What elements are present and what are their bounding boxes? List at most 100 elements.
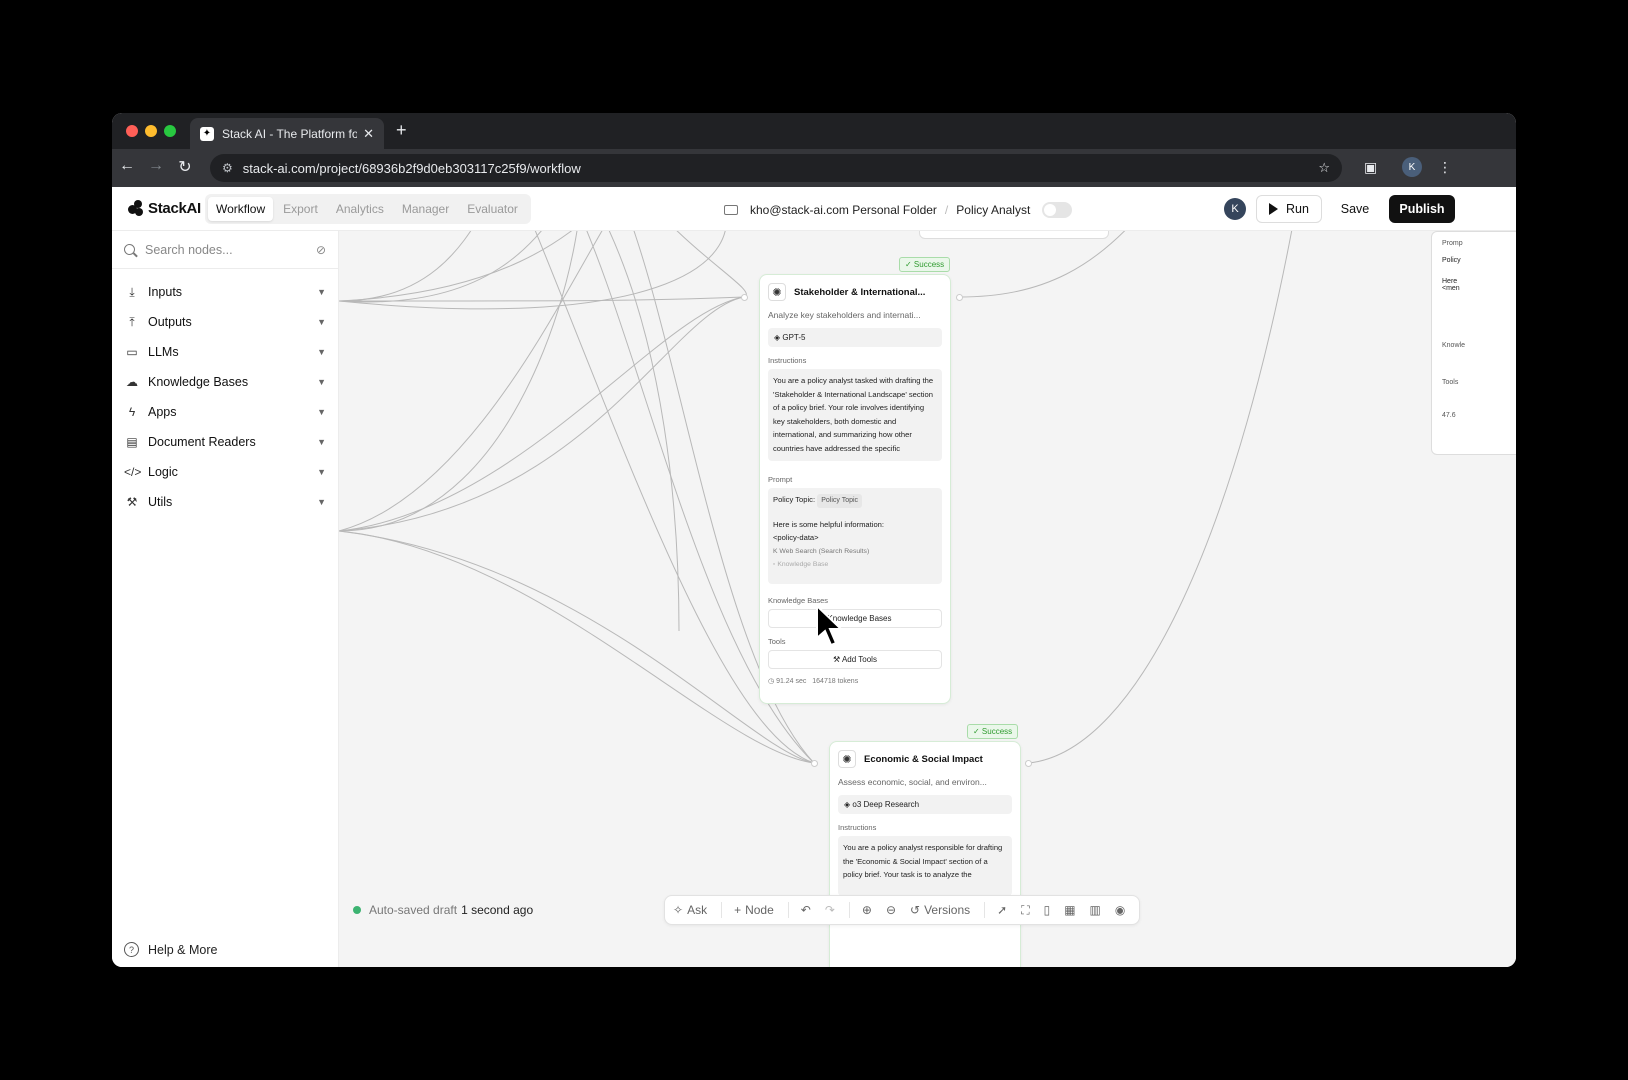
llm-node-economic[interactable]: ✺ Economic & Social Impact Assess econom… (829, 741, 1021, 967)
autosave-status: Auto-saved draft 1 second ago (353, 903, 533, 917)
prompt-label: Prompt (768, 475, 793, 484)
instructions-label: Instructions (768, 356, 807, 365)
zoom-in-icon[interactable]: ⊕ (862, 903, 872, 917)
ask-button[interactable]: ✧ Ask (673, 903, 707, 917)
model-selector[interactable]: ◈ GPT-5 (768, 328, 942, 347)
new-tab-button[interactable]: + (396, 120, 407, 141)
publish-button[interactable]: Publish (1389, 195, 1455, 223)
sidebar-item-document-readers[interactable]: ▤ Document Readers ▼ (112, 427, 338, 457)
folder-icon (724, 205, 738, 215)
node-input-handle[interactable] (811, 760, 818, 767)
tools-label: Tools (1442, 379, 1459, 386)
plus-icon: + (734, 903, 742, 917)
maximize-window-button[interactable] (164, 125, 176, 137)
stackai-logo-icon (126, 199, 144, 217)
model-selector[interactable]: ◈ o3 Deep Research (838, 795, 1012, 814)
status-badge: ✓ Success (899, 257, 951, 272)
node-title: Stakeholder & International... (794, 286, 926, 298)
search-input[interactable]: Search nodes... (145, 243, 316, 257)
breadcrumb: kho@stack-ai.com Personal Folder / Polic… (724, 202, 1073, 218)
minimize-window-button[interactable] (145, 125, 157, 137)
llm-node-stakeholder[interactable]: ✺ Stakeholder & International... Analyze… (759, 274, 951, 704)
zoom-out-icon[interactable]: ⊖ (886, 903, 896, 917)
prompt-text[interactable]: Policy Topic: Policy Topic Here is some … (768, 488, 942, 584)
sidebar-item-utils[interactable]: ⚒ Utils ▼ (112, 487, 338, 517)
breadcrumb-project[interactable]: Policy Analyst (956, 203, 1030, 217)
node-output-handle[interactable] (956, 294, 963, 301)
versions-button[interactable]: ↺ Versions (910, 903, 970, 917)
instructions-text[interactable]: You are a policy analyst tasked with dra… (768, 369, 942, 461)
sidebar-item-apps[interactable]: ϟ Apps ▼ (112, 397, 338, 427)
document-icon: ▤ (126, 435, 138, 449)
stackai-favicon-icon: ✦ (200, 126, 214, 141)
pointer-icon[interactable]: ➚ (997, 903, 1007, 917)
camera-icon[interactable]: ◉ (1115, 903, 1125, 917)
help-and-more[interactable]: ? Help & More (124, 942, 217, 957)
node-stats: ◷ 91.24 sec 164718 tokens (768, 677, 942, 685)
workflow-canvas[interactable]: ✓ Success ✺ Stakeholder & International.… (339, 231, 1516, 967)
help-icon: ? (124, 942, 139, 957)
sidebar-item-label: Inputs (148, 285, 183, 299)
sidebar-item-llms[interactable]: ▭ LLMs ▼ (112, 337, 338, 367)
tab-manager[interactable]: Manager (394, 197, 457, 221)
tab-evaluator[interactable]: Evaluator (459, 197, 526, 221)
node-output-handle[interactable] (1025, 760, 1032, 767)
note-icon[interactable]: ▯ (1044, 903, 1051, 917)
model-name: GPT-5 (782, 333, 806, 342)
browser-menu-icon[interactable]: ⋮ (1438, 159, 1452, 176)
sidebar-item-inputs[interactable]: ⤓ Inputs ▼ (112, 277, 338, 307)
upstream-node-partial[interactable] (919, 231, 1109, 239)
user-avatar[interactable]: K (1224, 198, 1246, 220)
reading-mode-icon[interactable]: ▣ (1364, 159, 1377, 176)
sidebar-item-outputs[interactable]: ⤒ Outputs ▼ (112, 307, 338, 337)
sidebar-item-knowledge-bases[interactable]: ☁ Knowledge Bases ▼ (112, 367, 338, 397)
breadcrumb-folder[interactable]: kho@stack-ai.com Personal Folder (750, 203, 937, 217)
wrench-icon: ⚒ (126, 495, 138, 509)
llm-node-partial[interactable]: Promp Policy Here <men Knowle Tools 47.6 (1431, 231, 1516, 455)
search-nodes[interactable]: Search nodes... ⊘ (112, 231, 338, 269)
logo-text: StackAI (148, 199, 201, 217)
redo-icon[interactable]: ↷ (825, 903, 835, 917)
tab-analytics[interactable]: Analytics (328, 197, 392, 221)
forward-arrow-icon[interactable]: → (145, 157, 167, 175)
knowledge-bases-button[interactable]: ⛁ Knowledge Bases (768, 609, 942, 628)
map-icon[interactable]: ▥ (1090, 903, 1101, 917)
reload-icon[interactable]: ↻ (174, 157, 196, 177)
bolt-icon: ϟ (128, 405, 136, 419)
node-input-handle[interactable] (741, 294, 748, 301)
close-tab-icon[interactable]: ✕ (363, 126, 374, 142)
add-tools-button[interactable]: ⚒ Add Tools (768, 650, 942, 669)
project-toggle[interactable] (1042, 202, 1073, 218)
tools-label: Tools (768, 637, 786, 646)
chevron-down-icon: ▼ (317, 377, 326, 387)
grid-icon[interactable]: ▦ (1064, 903, 1075, 917)
browser-profile-avatar[interactable]: K (1402, 157, 1422, 177)
prompt-label: Promp (1442, 240, 1463, 247)
tab-export[interactable]: Export (275, 197, 326, 221)
site-settings-icon[interactable]: ⚙ (222, 161, 233, 175)
instructions-text[interactable]: You are a policy analyst responsible for… (838, 836, 1012, 896)
play-icon (1269, 203, 1279, 215)
chat-icon: ▭ (126, 345, 138, 359)
unpin-icon[interactable]: ⊘ (316, 243, 326, 257)
sidebar-item-label: Apps (148, 405, 177, 419)
versions-label: Versions (924, 903, 971, 917)
close-window-button[interactable] (126, 125, 138, 137)
back-arrow-icon[interactable]: ← (116, 157, 138, 175)
sidebar-item-logic[interactable]: </> Logic ▼ (112, 457, 338, 487)
autosave-dot (353, 906, 361, 914)
undo-icon[interactable]: ↶ (801, 903, 811, 917)
browser-tab[interactable]: ✦ Stack AI - The Platform for Enterprise… (190, 118, 384, 149)
bookmark-star-icon[interactable]: ☆ (1318, 160, 1330, 176)
add-node-button[interactable]: + Node (734, 903, 774, 917)
tab-workflow[interactable]: Workflow (208, 197, 274, 221)
main-nav-tabs: Workflow Export Analytics Manager Evalua… (205, 194, 531, 224)
fit-view-icon[interactable]: ⛶ (1021, 903, 1029, 918)
stackai-logo[interactable]: StackAI (126, 199, 201, 217)
add-tools-label: Add Tools (841, 655, 877, 664)
chevron-down-icon: ▼ (317, 497, 326, 507)
address-bar[interactable]: ⚙ stack-ai.com/project/68936b2f9d0eb3031… (210, 154, 1342, 182)
run-button[interactable]: Run (1256, 195, 1322, 223)
save-button[interactable]: Save (1328, 195, 1382, 223)
history-icon: ↺ (910, 903, 921, 917)
